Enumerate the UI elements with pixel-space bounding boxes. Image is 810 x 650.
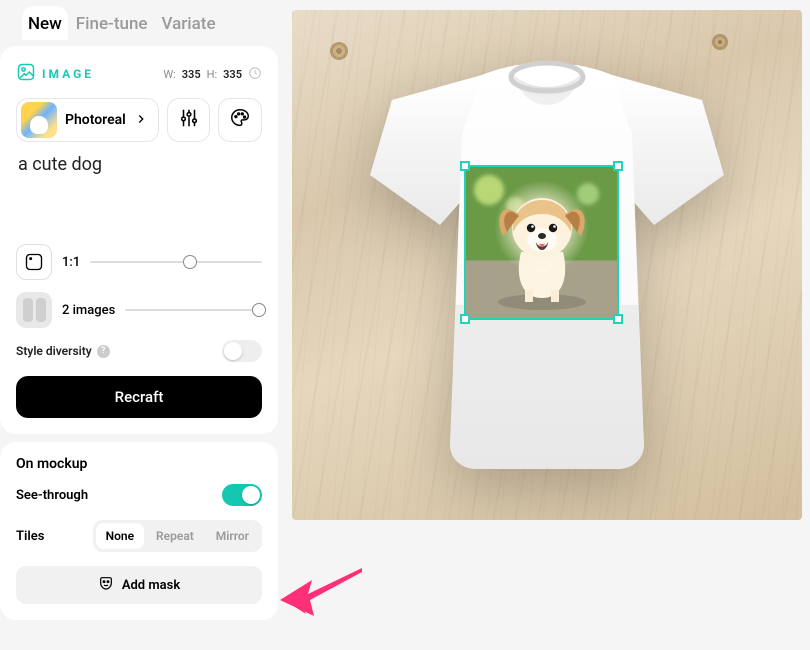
prompt-input[interactable]: a cute dog (16, 152, 262, 232)
tiles-mirror[interactable]: Mirror (206, 523, 259, 549)
puppy-illustration (481, 180, 603, 312)
aspect-icon[interactable] (16, 244, 52, 280)
add-mask-label: Add mask (122, 578, 180, 593)
tiles-none[interactable]: None (96, 523, 144, 549)
mask-icon (98, 575, 114, 595)
generated-image (466, 167, 617, 318)
generation-tabs: New Fine-tune Variate (0, 6, 278, 40)
help-icon[interactable]: ? (97, 345, 110, 358)
tab-new[interactable]: New (22, 6, 68, 40)
resize-handle-tl[interactable] (460, 161, 470, 171)
count-icon[interactable] (16, 292, 52, 328)
seethrough-toggle[interactable] (222, 484, 262, 506)
palette-button[interactable] (218, 98, 262, 142)
tab-variate[interactable]: Variate (156, 6, 222, 40)
tiles-repeat[interactable]: Repeat (146, 523, 204, 549)
aspect-slider[interactable] (90, 252, 262, 272)
resize-handle-bl[interactable] (460, 314, 470, 324)
style-selector[interactable]: Photoreal (16, 98, 159, 142)
seethrough-label: See-through (16, 488, 88, 503)
add-mask-button[interactable]: Add mask (16, 566, 262, 604)
sliders-icon (178, 107, 200, 133)
recraft-button[interactable]: Recraft (16, 376, 262, 418)
count-label: 2 images (62, 303, 115, 318)
style-name: Photoreal (65, 112, 126, 128)
palette-icon (229, 107, 251, 133)
tiles-segmented: None Repeat Mirror (93, 520, 262, 552)
dimensions-readout[interactable]: W: 335 H: 335 (163, 66, 262, 83)
tiles-label: Tiles (16, 529, 44, 544)
resize-handle-br[interactable] (613, 314, 623, 324)
diversity-label: Style diversity ? (16, 344, 110, 358)
image-icon (16, 62, 36, 86)
chevron-right-icon (134, 111, 148, 130)
generation-panel: IMAGE W: 335 H: 335 Photo (0, 46, 278, 434)
height-value: 335 (223, 68, 242, 81)
style-thumbnail (21, 102, 57, 138)
section-label: IMAGE (42, 67, 94, 81)
resize-handle-tr[interactable] (613, 161, 623, 171)
width-label: W: (163, 68, 175, 81)
image-count-control: 2 images (16, 292, 262, 328)
design-bounding-box[interactable] (464, 165, 619, 320)
count-slider[interactable] (125, 300, 262, 320)
aspect-label: 1:1 (62, 255, 80, 270)
height-label: H: (207, 68, 218, 81)
settings-button[interactable] (167, 98, 211, 142)
history-icon[interactable] (248, 66, 262, 83)
mockup-title: On mockup (16, 456, 262, 472)
tab-finetune[interactable]: Fine-tune (70, 6, 154, 40)
aspect-ratio-control: 1:1 (16, 244, 262, 280)
mockup-panel: On mockup See-through Tiles None Repeat … (0, 442, 278, 620)
diversity-toggle[interactable] (222, 340, 262, 362)
width-value: 335 (182, 68, 201, 81)
mockup-preview[interactable] (292, 10, 802, 520)
